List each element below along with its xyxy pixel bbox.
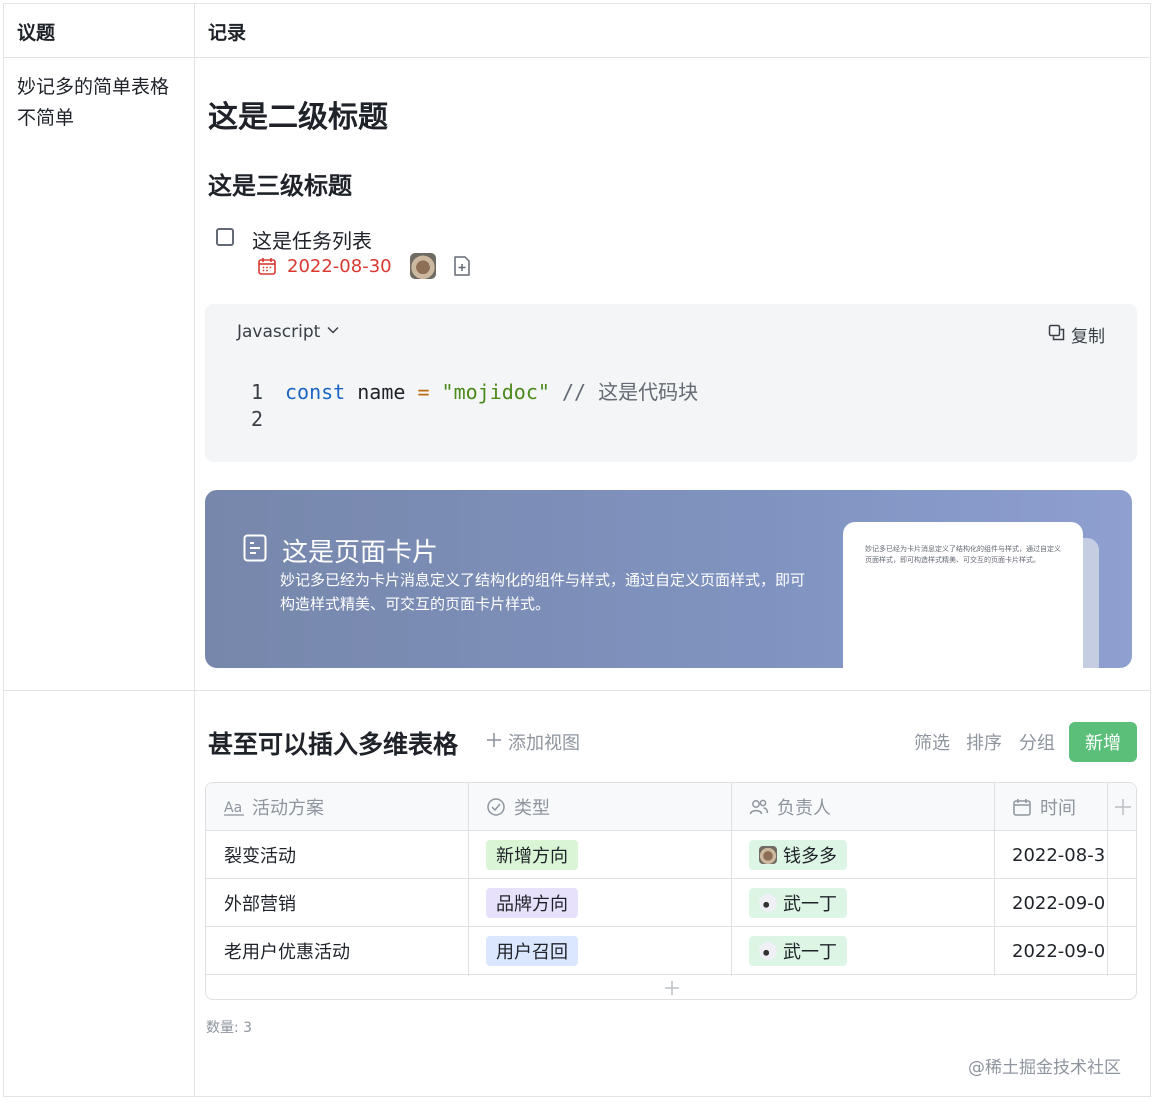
- code-string: "mojidoc": [429, 380, 550, 404]
- column-header-type[interactable]: 类型: [468, 783, 731, 831]
- code-language-select[interactable]: Javascript: [237, 322, 340, 342]
- task-due-date[interactable]: 2022-08-30: [287, 256, 392, 277]
- bitable-title[interactable]: 甚至可以插入多维表格: [208, 725, 458, 761]
- code-block[interactable]: Javascript 复制 1 const name = "mojidoc" //…: [205, 304, 1137, 462]
- filter-button[interactable]: 筛选: [914, 729, 950, 755]
- code-line-2[interactable]: 2: [251, 407, 285, 431]
- table-row[interactable]: 裂变活动 新增方向 钱多多 2022-08-3: [206, 831, 1136, 879]
- column-header-owner[interactable]: 负责人: [731, 783, 994, 831]
- single-select-icon: [486, 797, 506, 817]
- cell-owner[interactable]: 钱多多: [731, 831, 994, 879]
- owner-chip: 钱多多: [749, 840, 847, 870]
- cell-plan[interactable]: 老用户优惠活动: [206, 927, 468, 975]
- avatar: [759, 942, 777, 960]
- bitable-grid: Aa 活动方案 类型 负责人 时间 裂变活动 新增方向 钱多多 2022-08-…: [205, 782, 1137, 1000]
- column-header-label: 时间: [1040, 798, 1076, 819]
- svg-text:Aa: Aa: [224, 800, 242, 816]
- column-divider: [731, 783, 732, 976]
- chevron-down-icon: [326, 322, 340, 342]
- page-card-icon: [243, 534, 267, 562]
- add-row-button[interactable]: [206, 976, 1136, 999]
- heading-level-3[interactable]: 这是三级标题: [208, 166, 352, 201]
- type-tag: 用户召回: [486, 936, 578, 966]
- owner-name: 武一丁: [783, 942, 837, 963]
- plus-icon: [665, 981, 679, 995]
- code-language-label: Javascript: [237, 322, 321, 342]
- task-checkbox[interactable]: [216, 228, 234, 246]
- header-topic: 议题: [17, 22, 56, 44]
- add-doc-icon[interactable]: [452, 255, 472, 277]
- cell-type[interactable]: 新增方向: [468, 831, 731, 879]
- page-card-title: 这是页面卡片: [282, 538, 439, 568]
- task-text[interactable]: 这是任务列表: [252, 225, 372, 254]
- grid-header-row: Aa 活动方案 类型 负责人 时间: [206, 783, 1136, 831]
- cell-owner[interactable]: 武一丁: [731, 927, 994, 975]
- person-field-icon: [749, 797, 769, 817]
- code-identifier: name: [345, 380, 418, 404]
- cell-time[interactable]: 2022-09-0: [994, 879, 1107, 927]
- new-record-button[interactable]: 新增: [1069, 722, 1137, 762]
- code-keyword: const: [285, 380, 346, 404]
- cell-type[interactable]: 品牌方向: [468, 879, 731, 927]
- type-tag: 新增方向: [486, 840, 578, 870]
- sort-button[interactable]: 排序: [966, 729, 1002, 755]
- header-record: 记录: [208, 22, 247, 44]
- column-divider: [1107, 783, 1108, 976]
- line-number: 2: [251, 407, 264, 431]
- copy-icon: [1048, 324, 1065, 346]
- page-card-preview-text: 妙记多已经为卡片消息定义了结构化的组件与样式，通过自定义页面样式，即可构造样式精…: [865, 545, 1061, 564]
- date-field-icon: [1012, 797, 1032, 817]
- cell-time[interactable]: 2022-08-3: [994, 831, 1107, 879]
- cell-type[interactable]: 用户召回: [468, 927, 731, 975]
- calendar-icon[interactable]: [257, 256, 277, 276]
- line-number: 1: [251, 380, 264, 404]
- header-row-divider: [3, 57, 1151, 58]
- cell-owner[interactable]: 武一丁: [731, 879, 994, 927]
- row-divider: [3, 690, 1151, 691]
- add-column-button[interactable]: [1108, 783, 1136, 831]
- code-copy-button[interactable]: 复制: [1048, 322, 1105, 347]
- cell-time[interactable]: 2022-09-0: [994, 927, 1107, 975]
- code-line-1[interactable]: 1 const name = "mojidoc" // 这是代码块: [251, 376, 698, 405]
- watermark: @稀土掘金技术社区: [968, 1058, 1121, 1078]
- code-operator: =: [417, 380, 430, 404]
- text-field-icon: Aa: [224, 797, 244, 817]
- column-divider: [468, 783, 469, 976]
- owner-name: 钱多多: [783, 846, 837, 867]
- page-card[interactable]: 这是页面卡片 妙记多已经为卡片消息定义了结构化的组件与样式，通过自定义页面样式，…: [205, 490, 1132, 668]
- plus-icon: [486, 732, 502, 753]
- owner-chip: 武一丁: [749, 888, 847, 918]
- copy-label: 复制: [1071, 327, 1105, 347]
- column-header-label: 活动方案: [252, 798, 324, 819]
- task-meta: 2022-08-30: [257, 253, 472, 279]
- page-card-description: 妙记多已经为卡片消息定义了结构化的组件与样式，通过自定义页面样式，即可构造样式精…: [280, 571, 806, 613]
- code-comment: // 这是代码块: [549, 380, 699, 404]
- task-assignee-avatar[interactable]: [409, 253, 436, 279]
- plus-icon: [1115, 799, 1131, 815]
- column-divider: [994, 783, 995, 976]
- column-divider: [194, 3, 195, 1097]
- avatar: [759, 846, 777, 864]
- owner-name: 武一丁: [783, 894, 837, 915]
- add-view-label: 添加视图: [508, 733, 580, 754]
- heading-level-2[interactable]: 这是二级标题: [208, 92, 388, 136]
- column-header-label: 负责人: [777, 798, 831, 819]
- type-tag: 品牌方向: [486, 888, 578, 918]
- column-header-label: 类型: [514, 798, 550, 819]
- avatar: [759, 894, 777, 912]
- owner-chip: 武一丁: [749, 936, 847, 966]
- cell-plan[interactable]: 裂变活动: [206, 831, 468, 879]
- page-card-preview: 妙记多已经为卡片消息定义了结构化的组件与样式，通过自定义页面样式，即可构造样式精…: [843, 522, 1083, 668]
- add-view-button[interactable]: 添加视图: [486, 729, 580, 755]
- record-count: 数量: 3: [206, 1020, 253, 1036]
- row-topic[interactable]: 妙记多的简单表格不简单: [17, 72, 177, 134]
- column-header-time[interactable]: 时间: [994, 783, 1107, 831]
- table-row[interactable]: 老用户优惠活动 用户召回 武一丁 2022-09-0: [206, 927, 1136, 975]
- cell-plan[interactable]: 外部营销: [206, 879, 468, 927]
- group-button[interactable]: 分组: [1019, 729, 1055, 755]
- column-header-plan[interactable]: Aa 活动方案: [206, 783, 468, 831]
- table-row[interactable]: 外部营销 品牌方向 武一丁 2022-09-0: [206, 879, 1136, 927]
